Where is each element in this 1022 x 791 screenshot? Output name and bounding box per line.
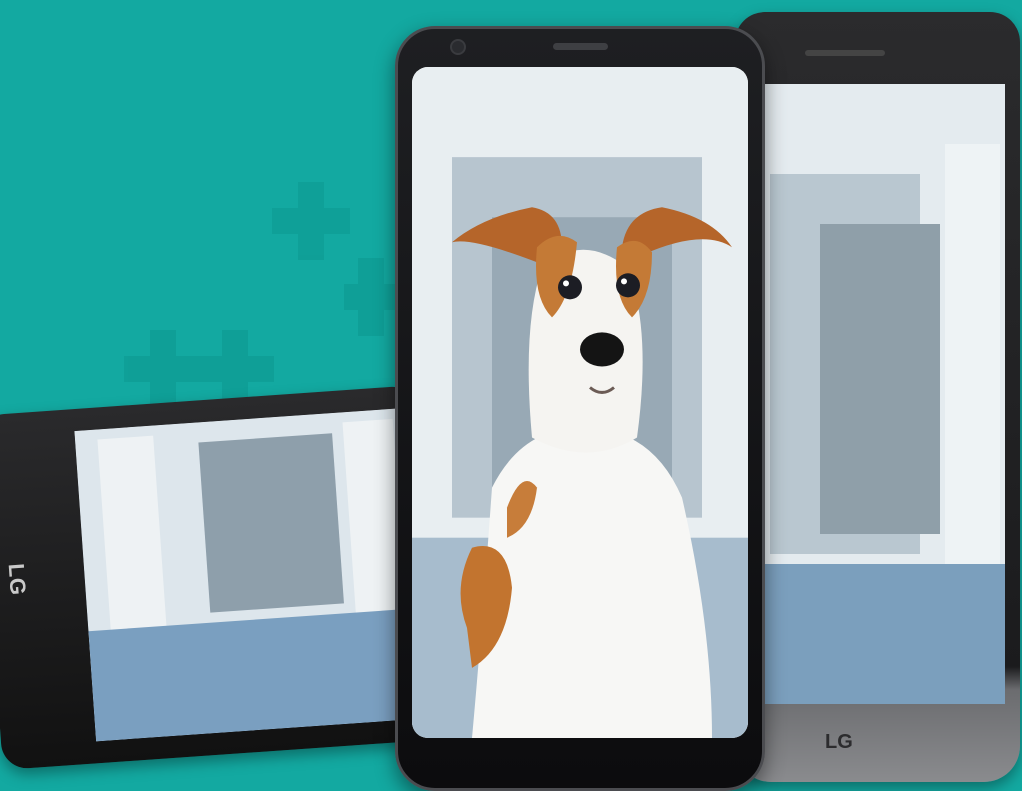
phone-right-screen: [760, 84, 1005, 704]
room-scene: [760, 84, 1005, 704]
brand-logo: LG: [825, 731, 853, 753]
speaker-grille: [553, 43, 608, 50]
dog-photo: [412, 67, 748, 738]
room-scene: [74, 407, 431, 742]
dog-eye-left: [558, 275, 582, 300]
speaker-grille: [805, 50, 885, 56]
phone-center: [395, 26, 765, 791]
dog-nose: [580, 332, 624, 367]
plus-shape: [124, 330, 202, 406]
phone-left: LG: [0, 385, 442, 770]
plus-shape: [200, 330, 274, 406]
phone-left-screen: [74, 407, 431, 742]
plus-shape: [272, 182, 350, 260]
phone-right: LG: [735, 12, 1020, 782]
front-camera: [450, 39, 466, 55]
brand-logo: LG: [3, 562, 31, 597]
phone-center-screen: [412, 67, 748, 738]
dog-eye-right: [616, 273, 640, 298]
